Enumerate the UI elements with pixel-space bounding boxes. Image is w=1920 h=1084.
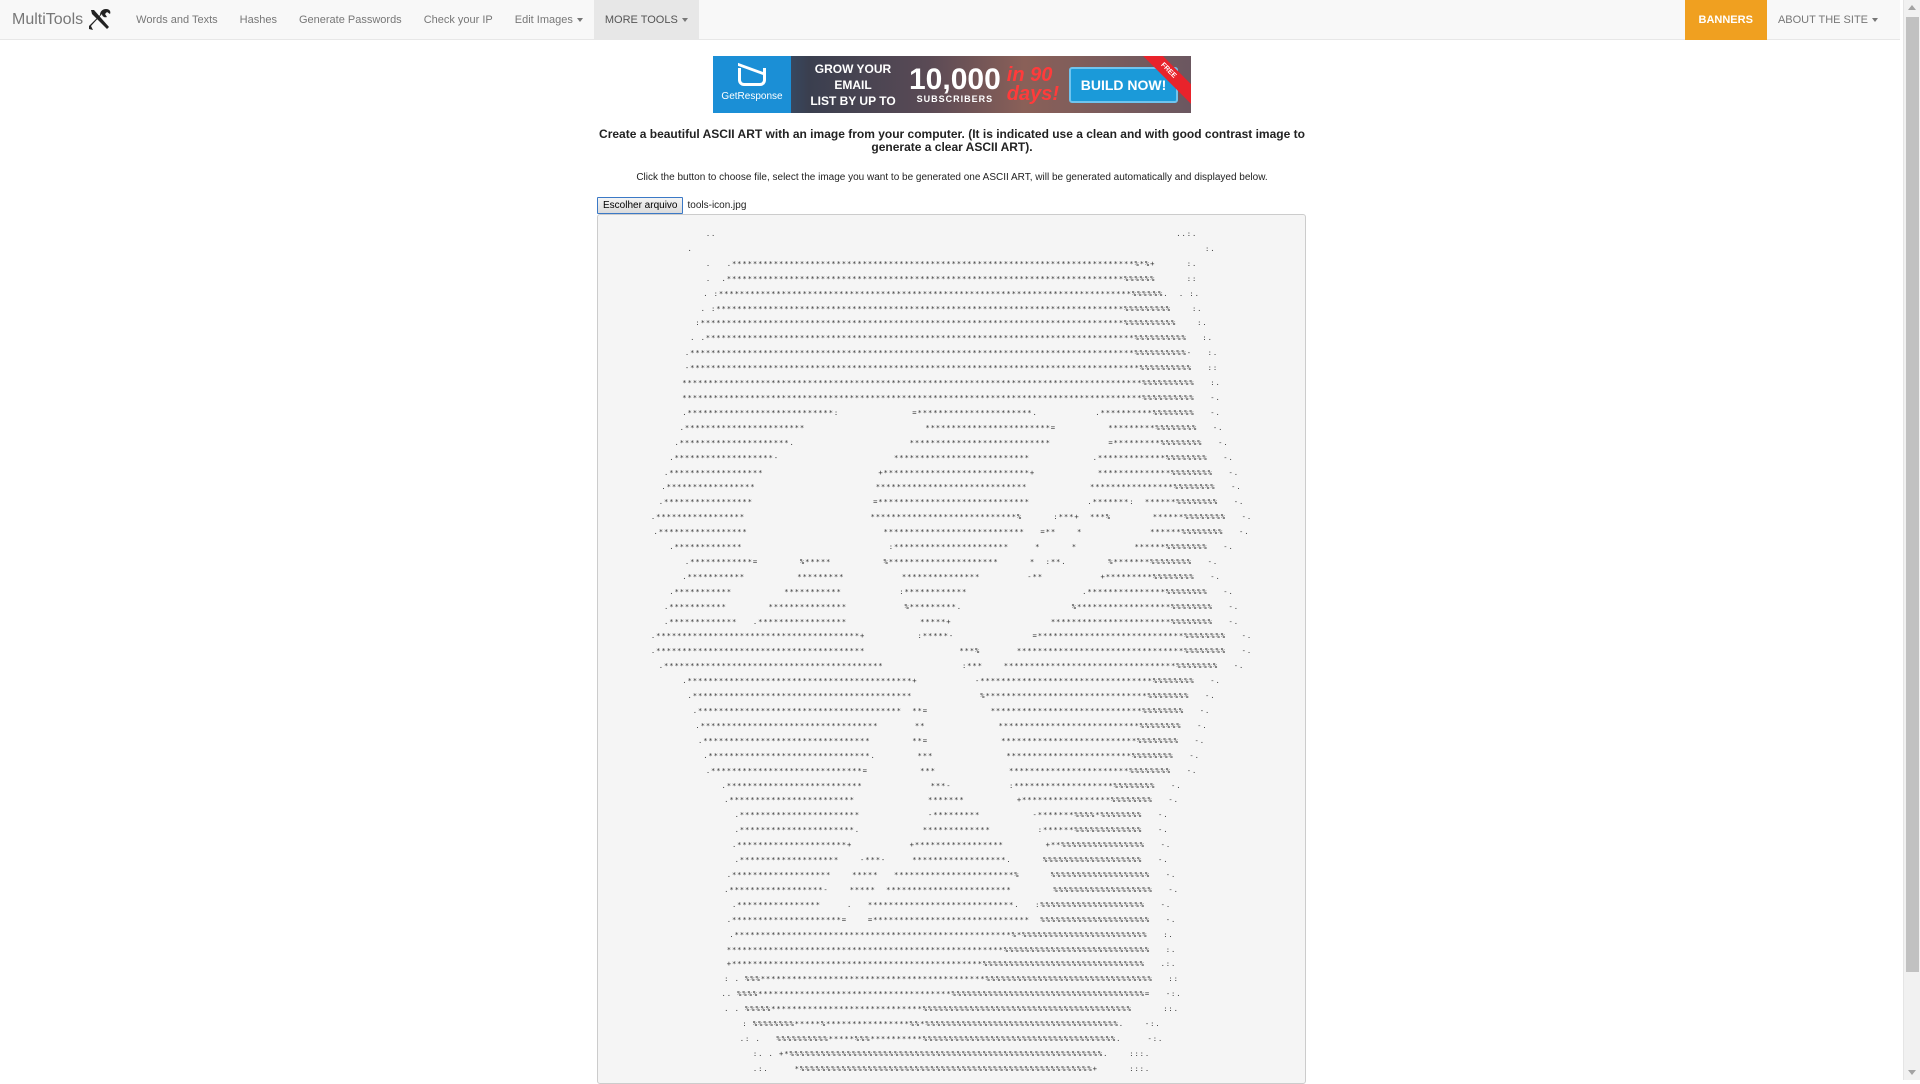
vertical-scrollbar[interactable] xyxy=(1903,0,1920,1080)
nav-edit-images-dropdown[interactable]: Edit Images xyxy=(504,0,594,40)
nav-label: ABOUT THE SITE xyxy=(1777,14,1868,26)
nav-words-and-texts[interactable]: Words and Texts xyxy=(125,0,229,40)
ad-subscribers: SUBSCRIBERS xyxy=(916,93,994,104)
nav-hashes[interactable]: Hashes xyxy=(229,0,288,40)
envelope-icon xyxy=(738,67,766,86)
nav-label: Edit Images xyxy=(514,13,573,26)
nav-label: Generate Passwords xyxy=(298,13,402,26)
nav-check-ip[interactable]: Check your IP xyxy=(413,0,504,40)
top-navbar: MultiTools Words and Texts Hashes Genera… xyxy=(0,0,1900,40)
scroll-up-arrow-icon[interactable] xyxy=(1908,5,1916,10)
ad-days: in 90 days! xyxy=(1006,63,1060,105)
scrollbar-thumb[interactable] xyxy=(1906,17,1919,972)
ad-number-value: 10,000 xyxy=(909,62,1001,96)
nav-about-dropdown[interactable]: ABOUT THE SITE xyxy=(1767,0,1900,40)
nav-more-tools-dropdown[interactable]: MORE TOOLS xyxy=(593,0,699,40)
banners-button[interactable]: BANNERS xyxy=(1684,0,1767,40)
page-headline: Create a beautiful ASCII ART with an ima… xyxy=(599,127,1305,154)
ad-banner[interactable]: GetResponse GROW YOUR EMAIL LIST BY UP T… xyxy=(713,56,1191,113)
tools-icon xyxy=(89,8,111,30)
choose-file-button[interactable]: Escolher arquivo xyxy=(597,197,684,214)
logo-text: GetResponse xyxy=(721,90,783,102)
brand-link[interactable]: MultiTools xyxy=(0,0,125,40)
chosen-file-name: tools-icon.jpg xyxy=(687,200,747,211)
brand-name: MultiTools xyxy=(12,10,84,28)
getresponse-logo: GetResponse xyxy=(713,56,791,113)
nav-label: MORE TOOLS xyxy=(604,13,678,26)
caret-down-icon xyxy=(681,17,688,22)
instructions-text: Click the button to choose file, select … xyxy=(636,172,1268,183)
ad-line2: LIST BY UP TO xyxy=(810,93,896,108)
caret-down-icon xyxy=(1872,18,1878,22)
ad-text: GROW YOUR EMAIL LIST BY UP TO xyxy=(803,61,903,109)
ad-line1: GROW YOUR EMAIL xyxy=(814,61,892,92)
nav-label: Check your IP xyxy=(423,13,493,26)
caret-down-icon xyxy=(576,17,583,22)
ascii-output-box: .. ..:. . :. . .************************… xyxy=(597,214,1306,1084)
nav-label: Words and Texts xyxy=(136,13,218,26)
nav-generate-passwords[interactable]: Generate Passwords xyxy=(288,0,413,40)
ad-number: 10,000 SUBSCRIBERS xyxy=(909,62,1001,104)
scroll-down-arrow-icon[interactable] xyxy=(1908,1070,1916,1075)
file-chooser: Escolher arquivo tools-icon.jpg xyxy=(597,197,746,214)
ascii-art-output: .. ..:. . :. . .************************… xyxy=(650,229,1253,1073)
navbar-right: BANNERS ABOUT THE SITE xyxy=(1684,0,1900,40)
nav-label: Hashes xyxy=(239,13,277,26)
